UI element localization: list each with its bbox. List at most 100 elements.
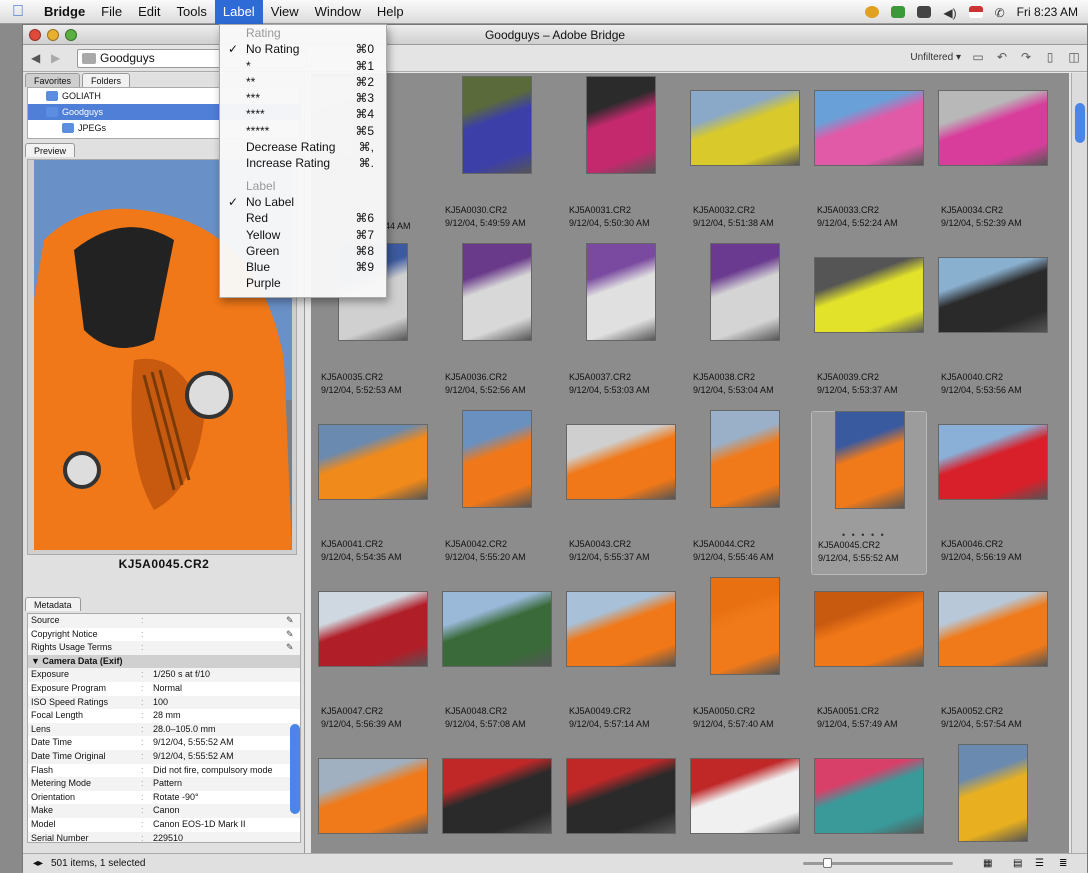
thumbnail-item[interactable]: KJ5A0046.CR2 9/12/04, 5:56:19 AM: [935, 411, 1051, 575]
thumbnail-item[interactable]: KJ5A0057.CR2: [811, 745, 927, 853]
thumbnail-item[interactable]: KJ5A0040.CR2 9/12/04, 5:53:56 AM: [935, 244, 1051, 408]
details-view-icon[interactable]: ☰: [1035, 854, 1044, 873]
thumbnail-size-slider[interactable]: [803, 858, 953, 868]
edit-pencil-icon[interactable]: ✎: [286, 628, 300, 642]
menu-item[interactable]: * ⌘1: [220, 58, 386, 74]
thumbnail-image[interactable]: [939, 425, 1047, 499]
thumbnail-image[interactable]: [443, 759, 551, 833]
thumbnail-item[interactable]: KJ5A0031.CR2 9/12/04, 5:50:30 AM: [563, 77, 679, 241]
thumbnail-item[interactable]: KJ5A0044.CR2 9/12/04, 5:55:46 AM: [687, 411, 803, 575]
scroll-thumb[interactable]: [1075, 103, 1085, 143]
menu-help[interactable]: Help: [369, 0, 412, 24]
menu-item[interactable]: **** ⌘4: [220, 106, 386, 122]
menu-item[interactable]: ** ⌘2: [220, 74, 386, 90]
menubar-clock[interactable]: Fri 8:23 AM: [1017, 5, 1078, 19]
thumbnail-item[interactable]: KJ5A0033.CR2 9/12/04, 5:52:24 AM: [811, 77, 927, 241]
thumbnail-image[interactable]: [815, 592, 923, 666]
display-icon[interactable]: [917, 6, 932, 18]
thumbnail-item[interactable]: KJ5A0049.CR2 9/12/04, 5:57:14 AM: [563, 578, 679, 742]
thumbnail-item[interactable]: KJ5A0032.CR2 9/12/04, 5:51:38 AM: [687, 77, 803, 241]
rotate-left-icon[interactable]: ↶: [995, 50, 1009, 64]
thumbnail-image[interactable]: [587, 77, 655, 173]
thumbnail-image[interactable]: [443, 592, 551, 666]
thumbnail-item[interactable]: KJ5A0043.CR2 9/12/04, 5:55:37 AM: [563, 411, 679, 575]
thumbnail-image[interactable]: [691, 759, 799, 833]
menu-item[interactable]: ✓ No Rating ⌘0: [220, 41, 386, 57]
metadata-section-header[interactable]: ▼ Camera Data (Exif): [28, 654, 300, 669]
menu-view[interactable]: View: [263, 0, 307, 24]
thumbnail-item[interactable]: KJ5A0058.CR2: [935, 745, 1051, 853]
thumbnail-item[interactable]: KJ5A0036.CR2 9/12/04, 5:52:56 AM: [439, 244, 555, 408]
thumbnail-image[interactable]: [463, 411, 531, 507]
thumbnail-item[interactable]: KJ5A0030.CR2 9/12/04, 5:49:59 AM: [439, 77, 555, 241]
close-button[interactable]: [29, 29, 41, 41]
thumbnail-item[interactable]: KJ5A0041.CR2 9/12/04, 5:54:35 AM: [315, 411, 431, 575]
menu-item[interactable]: Red ⌘6: [220, 210, 386, 226]
menu-item[interactable]: ***** ⌘5: [220, 123, 386, 139]
compact-mode-icon[interactable]: ◫: [1067, 50, 1081, 64]
menu-tools[interactable]: Tools: [169, 0, 215, 24]
filter-dropdown[interactable]: Unfiltered ▾: [910, 52, 961, 63]
thumbnail-item[interactable]: KJ5A0042.CR2 9/12/04, 5:55:20 AM: [439, 411, 555, 575]
menu-window[interactable]: Window: [307, 0, 369, 24]
thumbnail-image[interactable]: [711, 578, 779, 674]
apple-menu-icon[interactable]: : [0, 3, 36, 21]
thumbnail-image[interactable]: [711, 411, 779, 507]
thumbnail-image[interactable]: [567, 425, 675, 499]
menu-item[interactable]: Yellow ⌘7: [220, 227, 386, 243]
tab-favorites[interactable]: Favorites: [25, 73, 81, 87]
minimize-button[interactable]: [47, 29, 59, 41]
forward-arrow-icon[interactable]: ▶: [51, 51, 67, 65]
thumbnail-item[interactable]: KJ5A0047.CR2 9/12/04, 5:56:39 AM: [315, 578, 431, 742]
thumbnail-item[interactable]: KJ5A0055.CR2: [563, 745, 679, 853]
thumbnail-image[interactable]: [319, 759, 427, 833]
phone-icon[interactable]: ✆: [995, 6, 1005, 20]
slider-handle[interactable]: [823, 858, 832, 868]
thumbnail-image[interactable]: [567, 759, 675, 833]
edit-pencil-icon[interactable]: ✎: [286, 641, 300, 655]
menu-file[interactable]: File: [93, 0, 130, 24]
menu-edit[interactable]: Edit: [130, 0, 168, 24]
trash-icon[interactable]: ▯: [1043, 50, 1057, 64]
status-icon[interactable]: [865, 6, 880, 18]
rotate-right-icon[interactable]: ↷: [1019, 50, 1033, 64]
thumbnail-item[interactable]: KJ5A0054.CR2: [439, 745, 555, 853]
thumbnail-image[interactable]: [939, 592, 1047, 666]
tab-metadata[interactable]: Metadata: [25, 597, 81, 611]
tab-folders[interactable]: Folders: [82, 73, 131, 87]
thumbnail-item[interactable]: KJ5A0039.CR2 9/12/04, 5:53:37 AM: [811, 244, 927, 408]
thumbnail-image[interactable]: [836, 412, 904, 508]
back-arrow-icon[interactable]: ◀: [31, 51, 47, 65]
thumbnail-image[interactable]: [587, 244, 655, 340]
thumbnail-item[interactable]: KJ5A0051.CR2 9/12/04, 5:57:49 AM: [811, 578, 927, 742]
thumbnail-item[interactable]: KJ5A0053.CR2: [315, 745, 431, 853]
thumbnail-image[interactable]: [815, 258, 923, 332]
thumbnail-item[interactable]: KJ5A0050.CR2 9/12/04, 5:57:40 AM: [687, 578, 803, 742]
thumbnail-image[interactable]: [567, 592, 675, 666]
thumbnail-image[interactable]: [939, 91, 1047, 165]
metadata-scroll-thumb[interactable]: [290, 724, 300, 814]
leaf-icon[interactable]: [891, 6, 906, 18]
thumbnail-image[interactable]: [463, 244, 531, 340]
menu-item[interactable]: Increase Rating ⌘.: [220, 155, 386, 171]
menu-item[interactable]: Green ⌘8: [220, 243, 386, 259]
edit-pencil-icon[interactable]: ✎: [286, 614, 300, 628]
menu-item[interactable]: Blue ⌘9: [220, 259, 386, 275]
thumbnail-item[interactable]: • • • • • KJ5A0045.CR2 9/12/04, 5:55:52 AM: [811, 411, 927, 575]
thumbnail-item[interactable]: KJ5A0056.CR2: [687, 745, 803, 853]
thumbnail-view-icon[interactable]: ▦: [983, 854, 992, 873]
thumbnail-image[interactable]: [691, 91, 799, 165]
volume-icon[interactable]: ◀): [943, 6, 956, 20]
thumbnail-image[interactable]: [959, 745, 1027, 841]
zoom-button[interactable]: [65, 29, 77, 41]
tab-preview[interactable]: Preview: [25, 143, 76, 157]
thumbnail-image[interactable]: [463, 77, 531, 173]
content-scrollbar[interactable]: [1071, 73, 1087, 853]
menu-item[interactable]: ✓ No Label: [220, 194, 386, 210]
thumbnail-item[interactable]: KJ5A0038.CR2 9/12/04, 5:53:04 AM: [687, 244, 803, 408]
menu-item[interactable]: Purple: [220, 275, 386, 291]
thumbnail-image[interactable]: [711, 244, 779, 340]
menu-item[interactable]: Decrease Rating ⌘,: [220, 139, 386, 155]
thumbnail-item[interactable]: KJ5A0034.CR2 9/12/04, 5:52:39 AM: [935, 77, 1051, 241]
thumbnail-image[interactable]: [815, 91, 923, 165]
